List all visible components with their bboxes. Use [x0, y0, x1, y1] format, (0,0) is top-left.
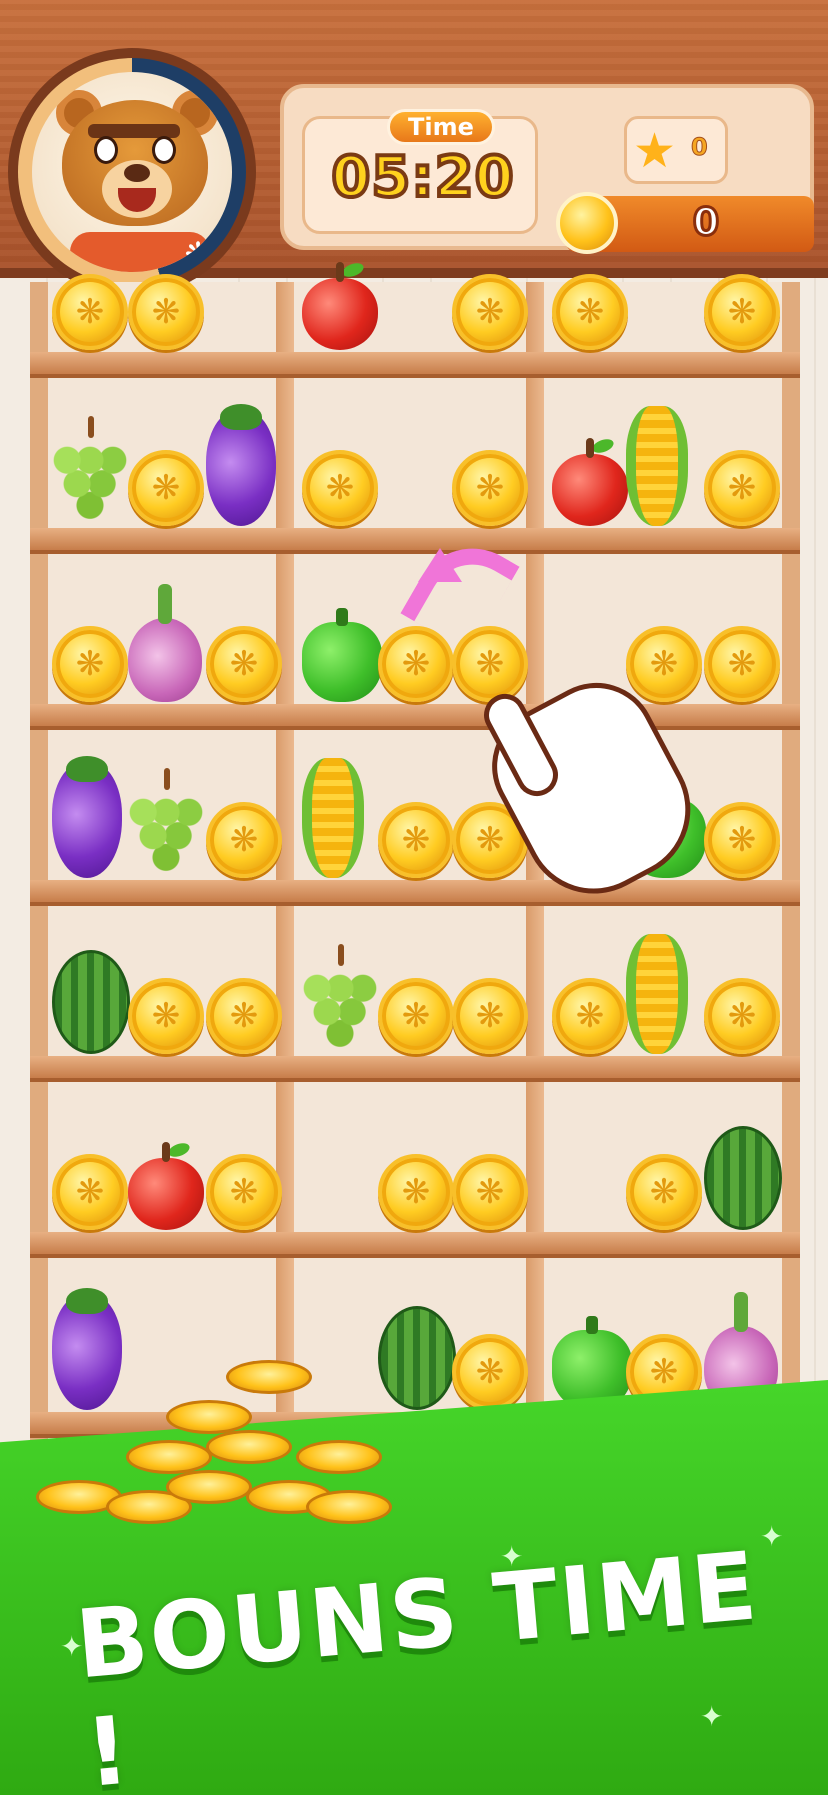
- paw-coin-icon[interactable]: ❋: [452, 1334, 528, 1410]
- paw-coin-icon[interactable]: ❋: [128, 450, 204, 526]
- star-counter: ★ 0: [624, 116, 728, 184]
- swipe-arrow-head: [418, 548, 462, 582]
- paw-coin-icon[interactable]: ❋: [552, 274, 628, 350]
- melon-icon[interactable]: [52, 950, 130, 1054]
- shelf-plank-3: [30, 704, 800, 730]
- bear-nose: [124, 164, 150, 182]
- player-avatar[interactable]: ❋: [8, 48, 256, 296]
- melon-icon[interactable]: [704, 1126, 782, 1230]
- paw-coin-icon[interactable]: ❋: [206, 978, 282, 1054]
- grapes-icon[interactable]: [52, 416, 128, 526]
- corn-icon[interactable]: [302, 758, 364, 878]
- paw-coin-icon[interactable]: ❋: [452, 274, 528, 350]
- pile-coin: [166, 1400, 252, 1434]
- paw-coin-icon[interactable]: ❋: [452, 450, 528, 526]
- pile-coin: [296, 1440, 382, 1474]
- coin-pile-icon: [36, 1320, 416, 1550]
- shelf-plank-5: [30, 1056, 800, 1082]
- pepper-icon[interactable]: [302, 608, 382, 702]
- paw-coin-icon[interactable]: ❋: [206, 1154, 282, 1230]
- coin-count: 0: [691, 199, 720, 246]
- pile-coin: [206, 1430, 292, 1464]
- paw-coin-icon[interactable]: ❋: [378, 1154, 454, 1230]
- eggplant-icon[interactable]: [52, 756, 122, 878]
- pile-coin: [226, 1360, 312, 1394]
- grapes-icon[interactable]: [302, 944, 378, 1054]
- paw-coin-icon[interactable]: ❋: [704, 274, 780, 350]
- grapes-icon[interactable]: [128, 768, 204, 878]
- paw-coin-icon[interactable]: ❋: [626, 1154, 702, 1230]
- apple-icon[interactable]: [552, 438, 628, 526]
- paw-coin-icon[interactable]: ❋: [626, 626, 702, 702]
- paw-coin-icon[interactable]: ❋: [128, 274, 204, 350]
- paw-coin-icon[interactable]: ❋: [704, 802, 780, 878]
- bear-avatar-icon: ❋: [32, 72, 232, 272]
- timer-value: 05:20: [329, 143, 515, 212]
- status-panel: Time 05:20 ★ 0 0: [280, 84, 814, 254]
- paw-coin-icon[interactable]: ❋: [302, 450, 378, 526]
- bear-eye-right: [152, 136, 176, 164]
- paw-coin-icon[interactable]: ❋: [52, 626, 128, 702]
- paw-coin-icon: [556, 192, 618, 254]
- paw-coin-icon[interactable]: ❋: [704, 450, 780, 526]
- apple-icon[interactable]: [128, 1142, 204, 1230]
- timer-label: Time: [387, 109, 495, 145]
- avatar-progress-ring: ❋: [18, 58, 246, 286]
- paw-coin-icon[interactable]: ❋: [704, 626, 780, 702]
- paw-coin-icon[interactable]: ❋: [206, 626, 282, 702]
- paw-coin-icon[interactable]: ❋: [552, 978, 628, 1054]
- shelf-plank-1: [30, 352, 800, 378]
- apple-icon[interactable]: [302, 262, 378, 350]
- star-icon: ★: [633, 123, 677, 179]
- pile-coin: [166, 1470, 252, 1504]
- shelf-plank-6: [30, 1232, 800, 1258]
- corn-icon[interactable]: [626, 406, 688, 526]
- paw-coin-icon[interactable]: ❋: [452, 978, 528, 1054]
- shelf-plank-2: [30, 528, 800, 554]
- onion-icon[interactable]: [128, 584, 202, 702]
- paw-coin-icon[interactable]: ❋: [128, 978, 204, 1054]
- eggplant-icon[interactable]: [206, 404, 276, 526]
- pile-coin: [306, 1490, 392, 1524]
- paw-coin-icon[interactable]: ❋: [378, 802, 454, 878]
- top-bar: ❋ Time 05:20 ★ 0 0: [0, 0, 828, 296]
- paw-coin-icon[interactable]: ❋: [378, 978, 454, 1054]
- star-count: 0: [691, 133, 709, 162]
- timer-box: Time 05:20: [302, 109, 538, 234]
- shelf-divider-1: [276, 282, 294, 1458]
- pile-coin: [126, 1440, 212, 1474]
- paw-coin-icon[interactable]: ❋: [52, 1154, 128, 1230]
- shelf-plank-4: [30, 880, 800, 906]
- paw-coin-icon[interactable]: ❋: [452, 1154, 528, 1230]
- paw-icon: ❋: [184, 235, 212, 272]
- bear-eye-left: [94, 136, 118, 164]
- paw-coin-icon[interactable]: ❋: [206, 802, 282, 878]
- paw-coin-icon[interactable]: ❋: [52, 274, 128, 350]
- corn-icon[interactable]: [626, 934, 688, 1054]
- paw-coin-icon[interactable]: ❋: [704, 978, 780, 1054]
